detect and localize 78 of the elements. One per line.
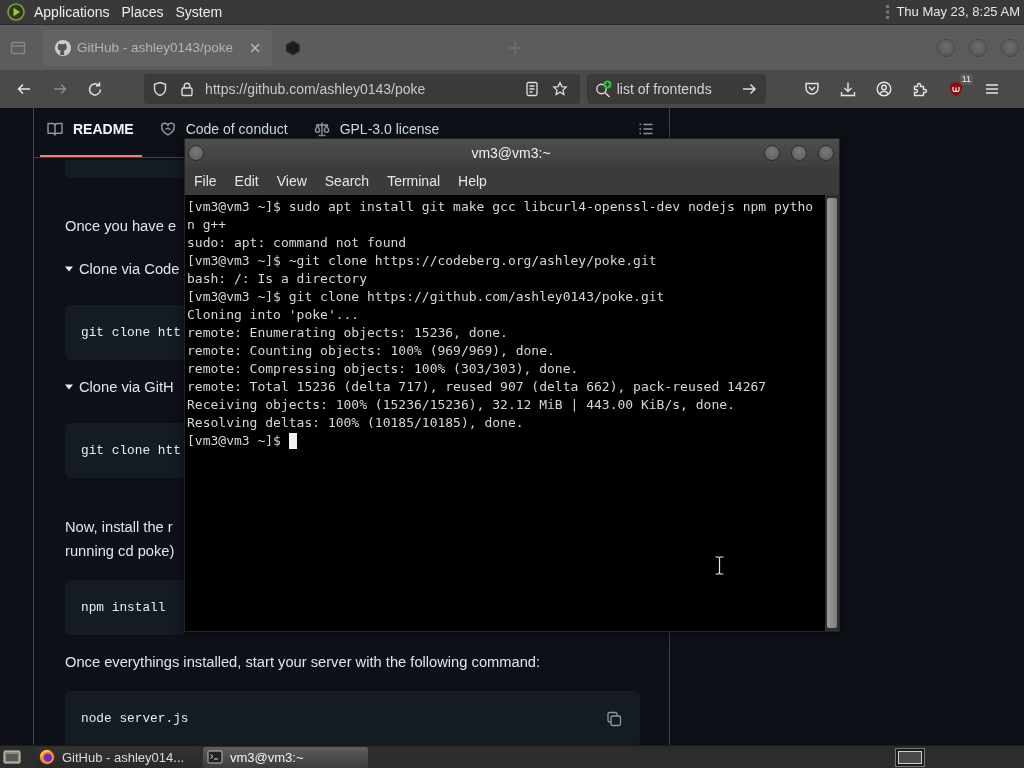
download-icon (840, 81, 856, 97)
code-text: node server.js (81, 709, 189, 728)
grip-handle-icon (886, 5, 890, 19)
heart-icon (159, 121, 176, 137)
lock-icon[interactable] (179, 81, 196, 97)
search-icon (594, 80, 613, 98)
details-summary[interactable]: Clone via Code (65, 257, 180, 281)
pocket-chevron-icon (804, 81, 820, 97)
terminal-line: n g++ (187, 216, 227, 234)
window-menu-button[interactable] (188, 144, 204, 161)
right-arrow-icon (741, 81, 757, 97)
reload-icon (87, 81, 104, 97)
menu-item[interactable]: Search (315, 171, 379, 190)
paragraph: Once everythings installed, start your server with the following command: (65, 653, 541, 672)
close-button[interactable] (818, 144, 834, 161)
window-icon (10, 39, 26, 56)
terminal-line: sudo: apt: command not found (187, 234, 407, 252)
terminal-line: [vm3@vm3 ~]$ ~git clone https://codeberg.org/ashley/poke.git (187, 252, 657, 270)
shield-extension-icon (948, 81, 964, 97)
readme-tab[interactable]: GPL-3.0 license (305, 108, 448, 137)
panel-menu[interactable]: Applications (28, 2, 116, 22)
code-text: npm install (81, 598, 166, 617)
terminal-line: [vm3@vm3 ~]$ (187, 432, 281, 450)
account-icon (876, 81, 892, 97)
hexagon-icon (285, 39, 301, 56)
panel-menu[interactable]: System (169, 2, 229, 22)
terminal-line: remote: Counting objects: 100% (969/969), done. (187, 342, 555, 360)
maximize-button[interactable] (791, 144, 807, 161)
url-field[interactable]: https://github.com/ashley0143/poke (205, 80, 515, 98)
terminal-icon (207, 749, 223, 765)
menu-item[interactable]: Terminal (378, 171, 450, 190)
readme-tab[interactable]: Code of conduct (151, 108, 296, 137)
scale-icon (313, 121, 330, 137)
browser-icon (39, 749, 55, 765)
menu-item[interactable]: Edit (225, 171, 268, 190)
menu-item[interactable]: Help (449, 171, 496, 190)
window-title: vm3@vm3:~ (471, 143, 551, 162)
book-icon (47, 121, 63, 137)
code-text: git clone htt (81, 323, 181, 342)
taskbar-button[interactable]: GitHub - ashley014... (35, 746, 200, 768)
search-field[interactable]: list of frontends (616, 80, 732, 98)
menu-item[interactable]: View (267, 171, 316, 190)
puzzle-piece-icon (912, 81, 928, 97)
taskbar-button[interactable]: vm3@vm3:~ (203, 746, 368, 768)
show-desktop-icon[interactable] (3, 749, 21, 765)
copy-icon (606, 710, 622, 727)
terminal-line: bash: /: Is a directory (187, 270, 367, 288)
paragraph: Once you have e (65, 217, 177, 236)
details-summary[interactable]: Clone via GitH (65, 375, 174, 399)
back-arrow-icon (15, 81, 32, 97)
terminal-line: Cloning into 'poke'... (187, 306, 360, 324)
terminal-line: Resolving deltas: 100% (10185/10185), done. (187, 414, 524, 432)
list-icon (638, 121, 654, 137)
cat-logo-icon (55, 39, 71, 56)
star-icon (551, 81, 568, 97)
terminal-line: remote: Enumerating objects: 15236, done. (187, 324, 508, 342)
badge-count: 11 (959, 74, 973, 85)
terminal-line: remote: Total 15236 (delta 717), reused 907 (delta 662), pack-reused 14267 (187, 378, 767, 396)
outline-button[interactable] (638, 121, 654, 137)
close-icon (250, 42, 260, 53)
readme-tab[interactable]: README (40, 108, 142, 157)
terminal-line: [vm3@vm3 ~]$ git clone https://github.com/ashley0143/poke.git (187, 288, 665, 306)
shield-icon[interactable] (152, 81, 169, 97)
terminal-line: remote: Compressing objects: 100% (303/303), done. (187, 360, 579, 378)
terminal-line: Receiving objects: 100% (15236/15236), 32.12 MiB | 443.00 KiB/s, done. (187, 396, 735, 414)
code-text: git clone htt (81, 441, 181, 460)
menu-icon (984, 81, 1000, 97)
forward-arrow-icon (51, 81, 68, 97)
paragraph: Now, install the r running cd poke) (65, 518, 175, 561)
menu-item[interactable]: File (185, 171, 226, 190)
panel-menu[interactable]: Places (115, 2, 170, 22)
ibeam-pointer-icon (715, 556, 724, 575)
play-circle-logo-icon[interactable] (7, 3, 25, 21)
clock: Thu May 23, 8:25 AM (896, 3, 1020, 21)
minimize-button[interactable] (764, 144, 780, 161)
blocker-extension-button[interactable]: 11 (942, 75, 970, 103)
terminal-line: [vm3@vm3 ~]$ sudo apt install git make gcc libcurl4-openssl-dev nodejs npm pytho (187, 198, 814, 216)
page-lines-icon (523, 81, 540, 97)
